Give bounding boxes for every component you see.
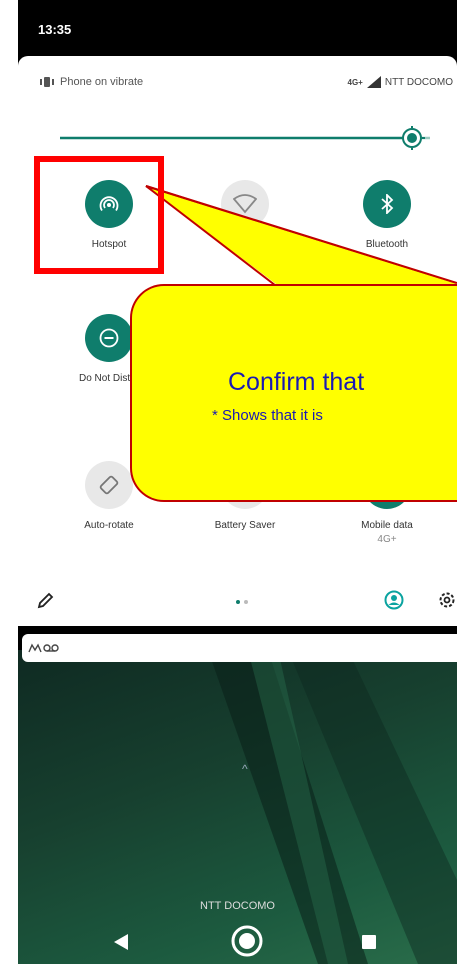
highlight-rectangle (34, 156, 164, 274)
callout-main-text: Confirm that (228, 368, 365, 396)
callout-sub-text: * Shows that it is (212, 407, 323, 424)
